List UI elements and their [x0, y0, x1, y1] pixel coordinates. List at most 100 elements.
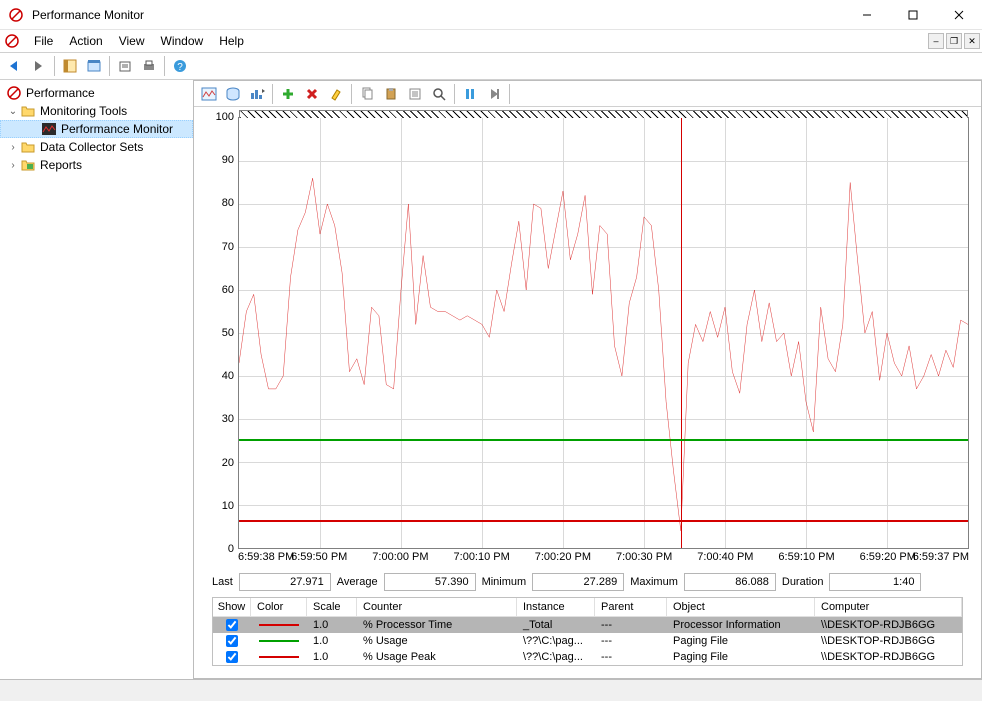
delete-counter-button[interactable]	[301, 83, 323, 105]
x-tick: 7:00:20 PM	[535, 551, 591, 563]
highlight-button[interactable]	[325, 83, 347, 105]
color-cell	[251, 656, 307, 658]
col-parent[interactable]: Parent	[595, 598, 667, 616]
table-row[interactable]: 1.0% Usage Peak\??\C:\pag...---Paging Fi…	[213, 649, 962, 665]
col-scale[interactable]: Scale	[307, 598, 357, 616]
properties-button[interactable]	[404, 83, 426, 105]
minimize-button[interactable]	[844, 0, 890, 30]
y-axis: 1009080706050403020100	[206, 117, 238, 549]
col-object[interactable]: Object	[667, 598, 815, 616]
menu-help[interactable]: Help	[211, 32, 252, 50]
stat-dur-value: 1:40	[829, 573, 921, 591]
console-tree[interactable]: Performance ⌄ Monitoring Tools Performan…	[0, 80, 194, 679]
mdi-restore-button[interactable]: ❐	[946, 33, 962, 49]
mdi-close-button[interactable]: ✕	[964, 33, 980, 49]
maximize-button[interactable]	[890, 0, 936, 30]
stat-min-value: 27.289	[532, 573, 624, 591]
show-hide-console-tree-button[interactable]	[59, 55, 81, 77]
back-button[interactable]	[4, 55, 26, 77]
stat-dur-label: Duration	[782, 576, 824, 588]
computer-cell: \\DESKTOP-RDJB6GG	[815, 619, 962, 631]
freeze-display-button[interactable]	[459, 83, 481, 105]
stat-last-value: 27.971	[239, 573, 331, 591]
instance-cell: \??\C:\pag...	[517, 635, 595, 647]
x-tick: 6:59:38 PM	[238, 551, 294, 563]
tree-node-performance-monitor[interactable]: Performance Monitor	[0, 120, 193, 138]
view-current-activity-button[interactable]	[198, 83, 220, 105]
counter-cell: % Usage Peak	[357, 651, 517, 663]
tree-label: Performance	[26, 86, 95, 100]
update-data-button[interactable]	[483, 83, 505, 105]
y-tick: 20	[222, 457, 234, 469]
y-tick: 90	[222, 154, 234, 166]
parent-cell: ---	[595, 635, 667, 647]
menu-action[interactable]: Action	[61, 32, 110, 50]
mdi-minimize-button[interactable]: –	[928, 33, 944, 49]
menu-file[interactable]: File	[26, 32, 61, 50]
forward-button[interactable]	[28, 55, 50, 77]
parent-cell: ---	[595, 651, 667, 663]
paste-button[interactable]	[380, 83, 402, 105]
change-graph-type-button[interactable]	[246, 83, 268, 105]
zoom-button[interactable]	[428, 83, 450, 105]
show-checkbox[interactable]	[226, 619, 238, 631]
table-row[interactable]: 1.0% Processor Time_Total---Processor In…	[213, 617, 962, 633]
print-button[interactable]	[138, 55, 160, 77]
add-counter-button[interactable]	[277, 83, 299, 105]
help-button[interactable]: ?	[169, 55, 191, 77]
folder-icon	[20, 103, 36, 119]
svg-text:?: ?	[177, 62, 183, 73]
tree-label: Performance Monitor	[61, 122, 173, 136]
reports-icon	[20, 157, 36, 173]
col-computer[interactable]: Computer	[815, 598, 962, 616]
col-instance[interactable]: Instance	[517, 598, 595, 616]
y-tick: 60	[222, 284, 234, 296]
x-tick: 7:00:00 PM	[372, 551, 428, 563]
tree-node-monitoring-tools[interactable]: ⌄ Monitoring Tools	[0, 102, 193, 120]
menu-window[interactable]: Window	[153, 32, 212, 50]
export-button[interactable]	[114, 55, 136, 77]
tree-node-reports[interactable]: › Reports	[0, 156, 193, 174]
copy-button[interactable]	[356, 83, 378, 105]
instance-cell: \??\C:\pag...	[517, 651, 595, 663]
expand-icon[interactable]: ›	[6, 140, 20, 154]
col-counter[interactable]: Counter	[357, 598, 517, 616]
menu-view[interactable]: View	[111, 32, 153, 50]
plot[interactable]	[238, 117, 969, 549]
scale-cell: 1.0	[307, 619, 357, 631]
stats-row: Last 27.971 Average 57.390 Minimum 27.28…	[206, 567, 969, 597]
show-checkbox[interactable]	[226, 651, 238, 663]
expand-icon[interactable]: ⌄	[6, 104, 20, 118]
tree-node-data-collector-sets[interactable]: › Data Collector Sets	[0, 138, 193, 156]
tree-node-performance[interactable]: Performance	[0, 84, 193, 102]
chart-toolbar	[194, 81, 981, 107]
menubar: File Action View Window Help – ❐ ✕	[0, 30, 982, 52]
y-tick: 0	[228, 543, 234, 555]
counter-table[interactable]: Show Color Scale Counter Instance Parent…	[212, 597, 963, 666]
table-row[interactable]: 1.0% Usage\??\C:\pag...---Paging File\\D…	[213, 633, 962, 649]
x-tick: 6:59:20 PM	[860, 551, 916, 563]
new-window-button[interactable]	[83, 55, 105, 77]
titlebar: Performance Monitor	[0, 0, 982, 30]
y-tick: 80	[222, 197, 234, 209]
scale-cell: 1.0	[307, 635, 357, 647]
stat-max-value: 86.088	[684, 573, 776, 591]
chart-area: 1009080706050403020100 6:59:38 PM6:59:50…	[194, 107, 981, 678]
y-tick: 50	[222, 327, 234, 339]
counter-table-header[interactable]: Show Color Scale Counter Instance Parent…	[213, 598, 962, 617]
col-show[interactable]: Show	[213, 598, 251, 616]
view-log-data-button[interactable]	[222, 83, 244, 105]
performance-icon	[6, 85, 22, 101]
x-tick: 6:59:37 PM	[913, 551, 969, 563]
window-title: Performance Monitor	[32, 8, 844, 22]
stat-avg-value: 57.390	[384, 573, 476, 591]
y-tick: 30	[222, 413, 234, 425]
expand-icon[interactable]: ›	[6, 158, 20, 172]
col-color[interactable]: Color	[251, 598, 307, 616]
show-checkbox[interactable]	[226, 635, 238, 647]
x-tick: 7:00:30 PM	[616, 551, 672, 563]
y-tick: 10	[222, 500, 234, 512]
app-icon	[8, 7, 24, 23]
close-button[interactable]	[936, 0, 982, 30]
x-tick: 7:00:40 PM	[697, 551, 753, 563]
